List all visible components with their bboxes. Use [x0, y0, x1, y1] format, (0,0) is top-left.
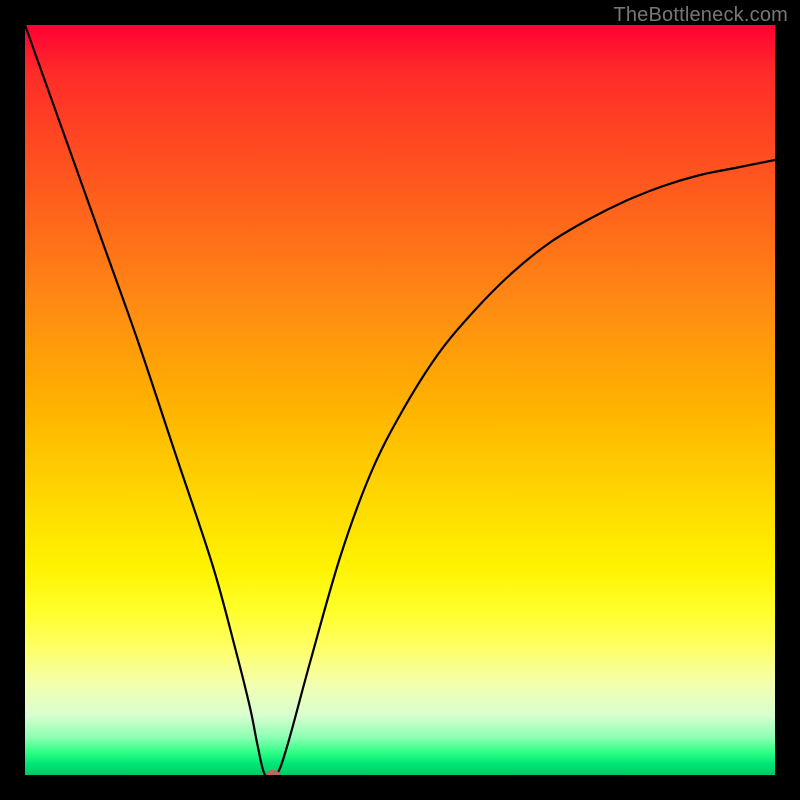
bottleneck-curve-path [25, 25, 775, 775]
watermark-text: TheBottleneck.com [613, 4, 788, 27]
curve-svg [25, 25, 775, 775]
plot-area [25, 25, 775, 775]
chart-frame: TheBottleneck.com [0, 0, 800, 800]
